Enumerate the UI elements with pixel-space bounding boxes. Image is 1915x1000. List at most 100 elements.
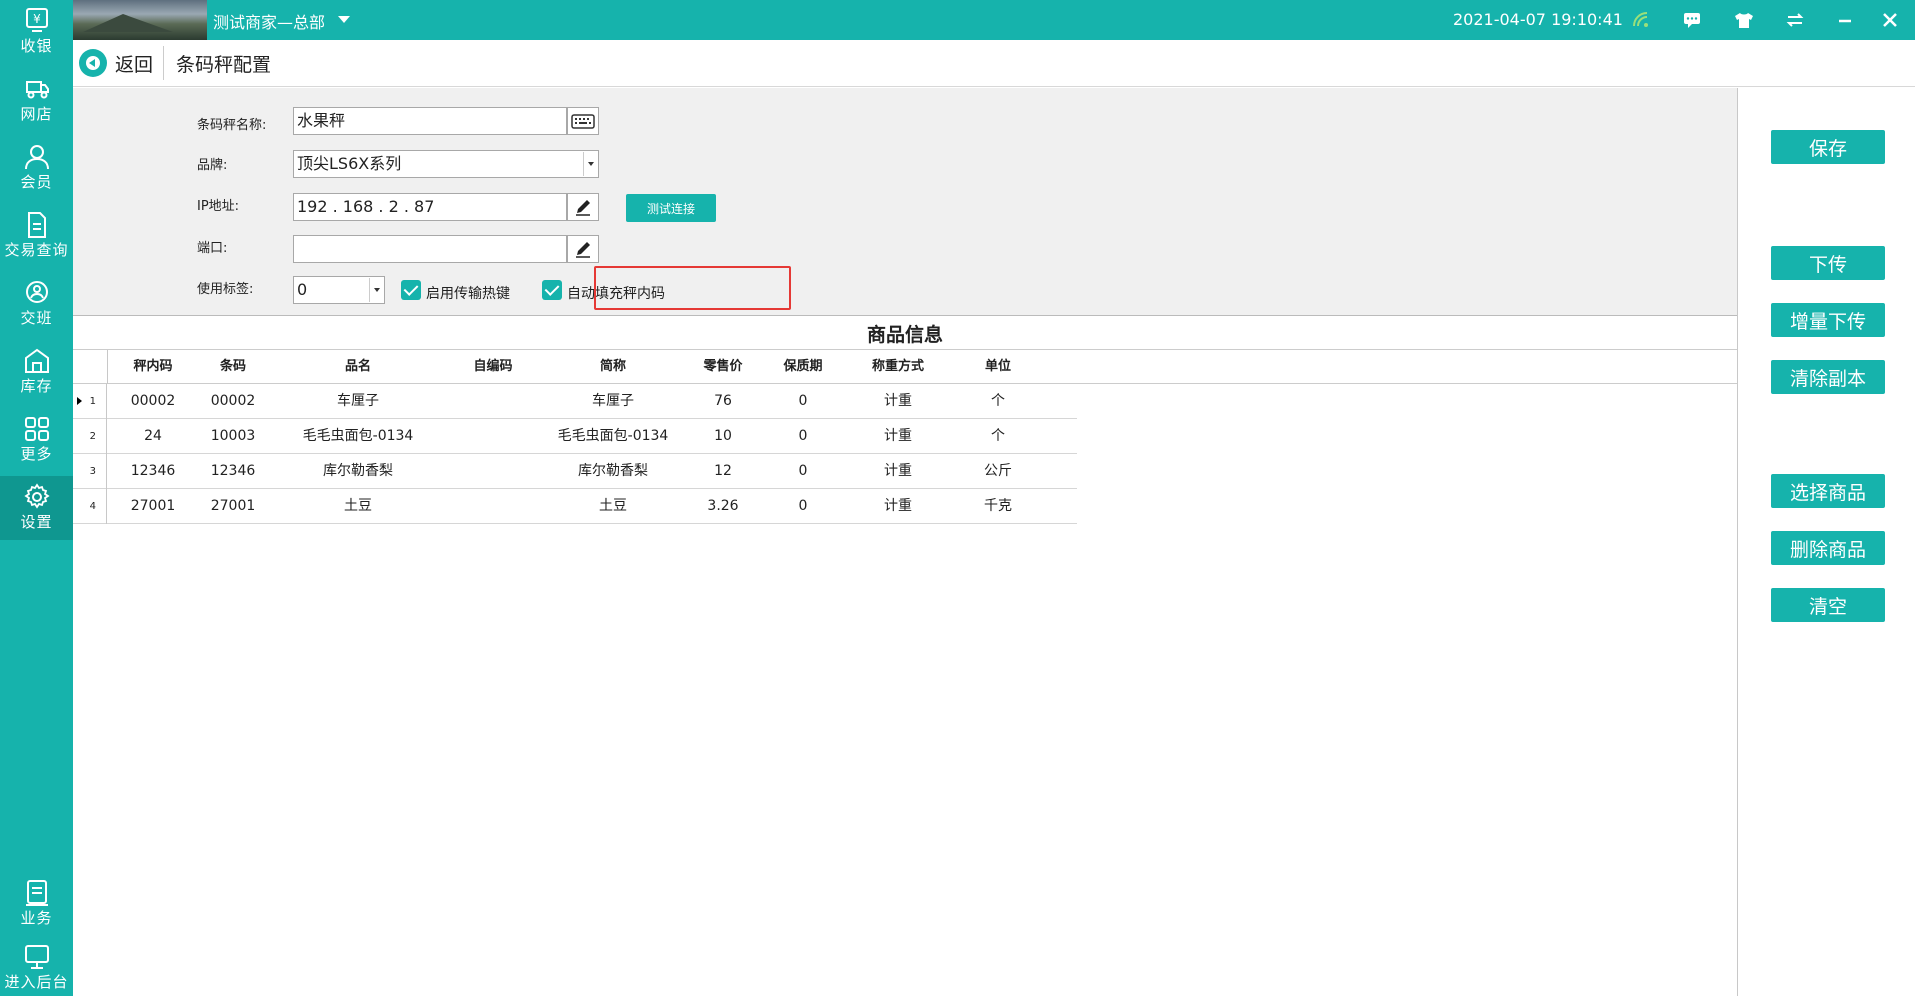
label-select-value: 0: [297, 280, 308, 299]
table-title: 商品信息: [73, 320, 1737, 350]
brand-select[interactable]: 顶尖LS6X系列: [293, 150, 599, 178]
datetime: 2021-04-07 19:10:41: [1453, 10, 1623, 29]
sidebar-item-transaction-query[interactable]: 交易查询: [0, 204, 73, 268]
table-row[interactable]: 3 12346 12346 库尔勒香梨 库尔勒香梨 12 0 计重 公斤: [73, 454, 1077, 489]
table-cell: 公斤: [984, 463, 1012, 479]
sidebar-item-shift-handover[interactable]: 交班: [0, 272, 73, 336]
switch-icon[interactable]: [1783, 8, 1807, 32]
column-header[interactable]: 自编码: [443, 350, 543, 384]
table-cell: 车厘子: [592, 393, 634, 409]
ip-address-label: IP地址:: [197, 199, 240, 214]
select-goods-button[interactable]: 选择商品: [1771, 474, 1885, 508]
column-header[interactable]: 保质期: [763, 350, 843, 384]
sidebar-item-cashier[interactable]: ¥ 收银: [0, 0, 73, 64]
table-cell: 12346: [210, 463, 256, 479]
table-cell: 个: [991, 428, 1005, 444]
column-header[interactable]: 秤内码: [113, 350, 193, 384]
sidebar-item-label: 更多: [20, 445, 53, 463]
table-cell: 0: [798, 498, 808, 514]
shift-handover-icon: [25, 281, 48, 303]
table-cell: 土豆: [599, 498, 627, 514]
merchant-name[interactable]: 测试商家—总部: [213, 9, 325, 33]
chevron-down-icon[interactable]: [338, 16, 350, 23]
table-cell: [443, 489, 543, 524]
table-cell: 毛毛虫面包-0134: [302, 428, 414, 444]
table-cell: [443, 384, 543, 419]
table-cell: 计重: [884, 393, 912, 409]
table-row[interactable]: 4 27001 27001 土豆 土豆 3.26 0 计重 千克: [73, 489, 1077, 524]
column-header[interactable]: 单位: [953, 350, 1043, 384]
clear-copy-button[interactable]: 清除副本: [1771, 360, 1885, 394]
column-header[interactable]: 零售价: [683, 350, 763, 384]
table-cell: 10: [714, 428, 732, 444]
sidebar-item-more[interactable]: 更多: [0, 408, 73, 472]
sidebar-item-online-store[interactable]: 网店: [0, 68, 73, 132]
clear-button[interactable]: 清空: [1771, 588, 1885, 622]
delete-goods-button[interactable]: 删除商品: [1771, 531, 1885, 565]
sidebar-item-label: 业务: [20, 909, 53, 927]
table-cell: 3.26: [707, 498, 739, 514]
sidebar-item-member[interactable]: 会员: [0, 136, 73, 200]
row-number: 4: [73, 489, 107, 524]
table-cell: 计重: [884, 463, 912, 479]
sidebar-item-label: 设置: [20, 513, 53, 531]
back-label: 返回: [115, 53, 154, 76]
online-store-icon: [25, 81, 49, 99]
wifi-icon: [1629, 8, 1653, 32]
sidebar-item-inventory[interactable]: 库存: [0, 340, 73, 404]
keyboard-button[interactable]: [567, 107, 599, 135]
message-icon[interactable]: [1680, 8, 1704, 32]
edit-port-button[interactable]: [567, 235, 599, 263]
store-thumbnail: [73, 0, 207, 40]
table-header: 秤内码 条码 品名 自编码 简称 零售价 保质期 称重方式 单位: [73, 350, 1737, 384]
row-number: 1: [73, 384, 107, 419]
sidebar-item-settings[interactable]: 设置: [0, 476, 73, 540]
table-cell: [443, 419, 543, 454]
svg-text:¥: ¥: [33, 12, 41, 26]
close-icon[interactable]: [1878, 8, 1902, 32]
autofill-checkbox[interactable]: [542, 280, 562, 300]
column-header[interactable]: 品名: [273, 350, 443, 384]
incremental-download-button[interactable]: 增量下传: [1771, 303, 1885, 337]
column-header[interactable]: 称重方式: [843, 350, 953, 384]
port-input[interactable]: [293, 235, 567, 263]
table-row[interactable]: 2 24 10003 毛毛虫面包-0134 毛毛虫面包-0134 10 0 计重…: [73, 419, 1077, 454]
table-cell: 毛毛虫面包-0134: [557, 428, 669, 444]
table-cell: 12: [714, 463, 732, 479]
pencil-icon: [576, 200, 590, 216]
download-button[interactable]: 下传: [1771, 246, 1885, 280]
cashier-icon: ¥: [25, 8, 48, 32]
test-connection-button[interactable]: 测试连接: [626, 194, 716, 222]
table-cell: 0: [798, 428, 808, 444]
scale-name-input[interactable]: 水果秤: [293, 107, 567, 135]
row-header-column: [73, 350, 108, 384]
table-cell: 10003: [210, 428, 256, 444]
table-cell: 个: [991, 393, 1005, 409]
sidebar-item-backend[interactable]: 进入后台: [0, 936, 73, 1000]
transaction-query-icon: [27, 212, 46, 238]
top-bar: 测试商家—总部 2021-04-07 19:10:41: [73, 0, 1915, 40]
hotkey-checkbox[interactable]: [401, 280, 421, 300]
minimize-icon[interactable]: [1833, 8, 1857, 32]
column-header[interactable]: 条码: [193, 350, 273, 384]
header-divider: [163, 46, 164, 80]
label-select[interactable]: 0: [293, 276, 385, 304]
sidebar-item-label: 交易查询: [4, 241, 69, 259]
back-button[interactable]: 返回: [79, 48, 153, 78]
highlight-annotation: [594, 266, 791, 310]
save-button[interactable]: 保存: [1771, 130, 1885, 164]
sidebar-item-label: 库存: [20, 377, 53, 395]
table-row[interactable]: 1 00002 00002 车厘子 车厘子 76 0 计重 个: [73, 384, 1077, 419]
edit-ip-button[interactable]: [567, 193, 599, 221]
table-cell: 12346: [130, 463, 176, 479]
sidebar-item-label: 收银: [20, 37, 53, 55]
theme-icon[interactable]: [1732, 8, 1756, 32]
page-title: 条码秤配置: [176, 54, 272, 76]
ip-address-input[interactable]: 192 . 168 . 2 . 87: [293, 193, 567, 221]
action-panel: 保存 下传 增量下传 清除副本 选择商品 删除商品 清空: [1737, 88, 1915, 996]
back-arrow-icon: [79, 49, 107, 77]
column-header[interactable]: 简称: [543, 350, 683, 384]
current-row-icon: [77, 397, 82, 405]
sidebar-item-business[interactable]: 业务: [0, 872, 73, 936]
settings-icon: [23, 483, 50, 509]
